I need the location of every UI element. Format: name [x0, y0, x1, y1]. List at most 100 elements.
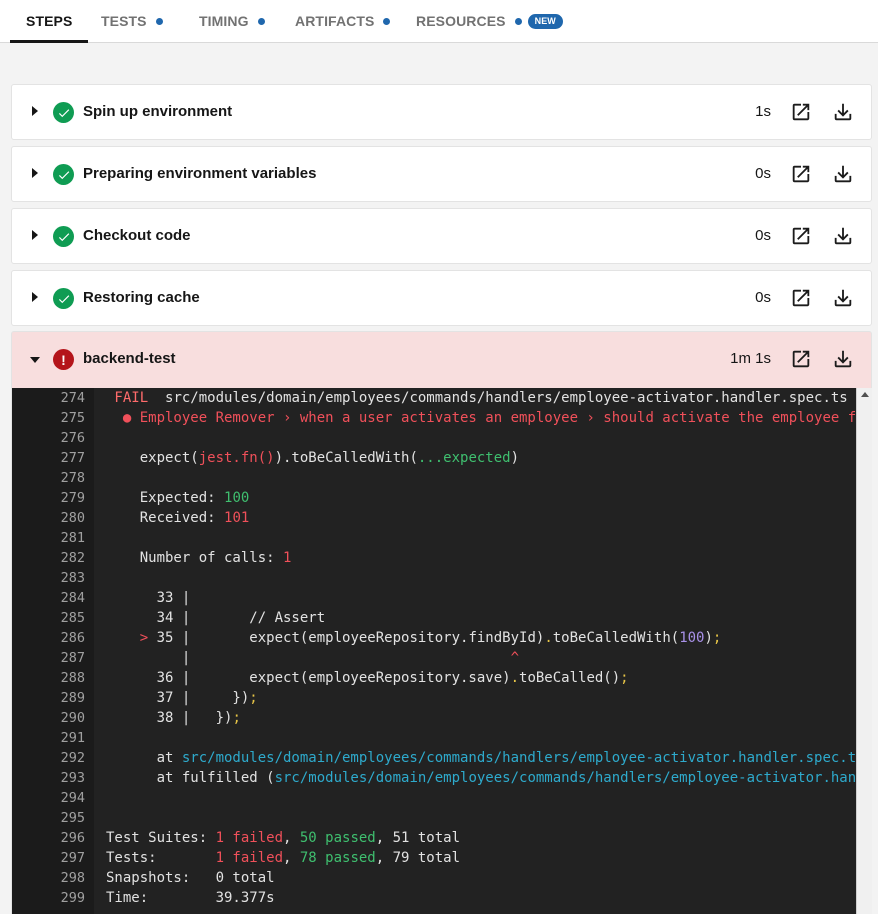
- log-text: 37 | });: [106, 690, 258, 706]
- log-text: Tests: 1 failed, 78 passed, 79 total: [106, 850, 461, 866]
- line-number: 282: [60, 550, 85, 566]
- download-icon[interactable]: [832, 348, 854, 370]
- log-text: expect(jest.fn()).toBeCalledWith(...expe…: [106, 450, 520, 466]
- log-line: 292 at src/modules/domain/employees/comm…: [12, 748, 865, 768]
- step-row[interactable]: Preparing environment variables 0s: [11, 146, 872, 202]
- check-circle-icon: [53, 102, 74, 123]
- tab-resources[interactable]: RESOURCES NEW: [416, 0, 563, 42]
- tab-timing-indicator-dot: [257, 17, 265, 25]
- line-number: 275: [60, 410, 85, 426]
- log-text: > 35 | expect(employeeRepository.findByI…: [139, 630, 722, 646]
- log-text: | ^: [106, 650, 520, 666]
- exclamation-circle-icon: !: [53, 349, 74, 370]
- line-number: 281: [60, 530, 85, 546]
- line-number: 285: [60, 610, 85, 626]
- log-text: Time: 39.377s: [106, 890, 275, 906]
- line-number: 277: [60, 450, 85, 466]
- line-number: 295: [60, 810, 85, 826]
- log-text: Number of calls: 1: [106, 550, 292, 566]
- log-text: Expected: 100: [106, 490, 250, 506]
- tab-artifacts[interactable]: ARTIFACTS: [295, 0, 391, 42]
- step-row[interactable]: ! backend-test 1m 1s: [11, 331, 872, 389]
- caret-right-icon[interactable]: [32, 292, 38, 302]
- external-link-icon[interactable]: [790, 225, 812, 247]
- step-duration: 1s: [755, 103, 771, 120]
- check-circle-icon: [53, 226, 74, 247]
- download-icon[interactable]: [832, 101, 854, 123]
- log-text: 36 | expect(employeeRepository.save).toB…: [106, 670, 629, 686]
- line-number: 298: [60, 870, 85, 886]
- tab-timing-label: TIMING: [199, 13, 249, 29]
- step-duration: 0s: [755, 165, 771, 182]
- new-badge: NEW: [527, 13, 563, 29]
- line-number: 299: [60, 890, 85, 906]
- log-line: 289 37 | });: [12, 688, 857, 708]
- log-line: 295: [12, 808, 857, 828]
- external-link-icon[interactable]: [790, 348, 812, 370]
- download-icon[interactable]: [832, 287, 854, 309]
- step-name: Restoring cache: [83, 289, 200, 306]
- tab-artifacts-indicator-dot: [383, 17, 391, 25]
- line-number: 286: [60, 630, 85, 646]
- step-row[interactable]: Restoring cache 0s: [11, 270, 872, 326]
- tab-steps[interactable]: STEPS: [9, 0, 89, 43]
- log-line: 299 Time: 39.377s: [12, 888, 857, 908]
- log-text: ● Employee Remover › when a user activat…: [106, 410, 872, 426]
- step-row[interactable]: Checkout code 0s: [11, 208, 872, 264]
- log-line: 298 Snapshots: 0 total: [12, 868, 857, 888]
- caret-right-icon[interactable]: [32, 106, 38, 116]
- log-line: 285 34 | // Assert: [12, 608, 857, 628]
- tab-artifacts-label: ARTIFACTS: [295, 13, 375, 29]
- step-name: Preparing environment variables: [83, 165, 317, 182]
- line-number: 279: [60, 490, 85, 506]
- log-line: 288 36 | expect(employeeRepository.save)…: [12, 668, 857, 688]
- line-number: 290: [60, 710, 85, 726]
- step-duration: 1m 1s: [730, 350, 771, 367]
- log-text: at fulfilled (src/modules/domain/employe…: [106, 770, 872, 786]
- tab-resources-indicator-dot: [514, 17, 522, 25]
- log-text: 33 |: [106, 590, 191, 606]
- log-text: 38 | });: [106, 710, 241, 726]
- log-line: 296 Test Suites: 1 failed, 50 passed, 51 …: [12, 828, 857, 848]
- log-line: 281: [12, 528, 857, 548]
- caret-right-icon[interactable]: [32, 230, 38, 240]
- log-output[interactable]: 274 FAIL src/modules/domain/employees/co…: [11, 388, 872, 914]
- log-line: 275 ● Employee Remover › when a user act…: [12, 408, 872, 428]
- log-line: 291: [12, 728, 857, 748]
- check-circle-icon: [53, 164, 74, 185]
- external-link-icon[interactable]: [790, 163, 812, 185]
- log-line: 283: [12, 568, 857, 588]
- log-text: Test Suites: 1 failed, 50 passed, 51 tot…: [106, 830, 461, 846]
- log-line: 287 | ^: [12, 648, 857, 668]
- log-line: 284 33 |: [12, 588, 857, 608]
- tab-timing[interactable]: TIMING: [199, 0, 265, 42]
- step-name: Checkout code: [83, 227, 191, 244]
- tab-tests-indicator-dot: [155, 17, 163, 25]
- log-scrollbar[interactable]: [856, 388, 872, 914]
- step-name: backend-test: [83, 350, 176, 367]
- download-icon[interactable]: [832, 225, 854, 247]
- tab-steps-label: STEPS: [26, 13, 73, 29]
- line-number: 287: [60, 650, 85, 666]
- scroll-up-arrow-icon[interactable]: [861, 392, 869, 397]
- line-number: 276: [60, 430, 85, 446]
- line-number: 283: [60, 570, 85, 586]
- tab-tests[interactable]: TESTS: [101, 0, 163, 42]
- line-number: 280: [60, 510, 85, 526]
- step-row[interactable]: Spin up environment 1s: [11, 84, 872, 140]
- line-number: 288: [60, 670, 85, 686]
- log-line: 276: [12, 428, 857, 448]
- line-number: 293: [60, 770, 85, 786]
- log-line: 278: [12, 468, 857, 488]
- external-link-icon[interactable]: [790, 101, 812, 123]
- step-duration: 0s: [755, 289, 771, 306]
- log-line: 293 at fulfilled (src/modules/domain/emp…: [12, 768, 872, 788]
- log-line: 282 Number of calls: 1: [12, 548, 857, 568]
- tab-bar: STEPS TESTS TIMING ARTIFACTS RESOURCES NE…: [0, 0, 878, 43]
- caret-down-icon[interactable]: [30, 357, 40, 363]
- caret-right-icon[interactable]: [32, 168, 38, 178]
- download-icon[interactable]: [832, 163, 854, 185]
- log-text: at src/modules/domain/employees/commands…: [106, 750, 865, 766]
- log-line: 290 38 | });: [12, 708, 857, 728]
- external-link-icon[interactable]: [790, 287, 812, 309]
